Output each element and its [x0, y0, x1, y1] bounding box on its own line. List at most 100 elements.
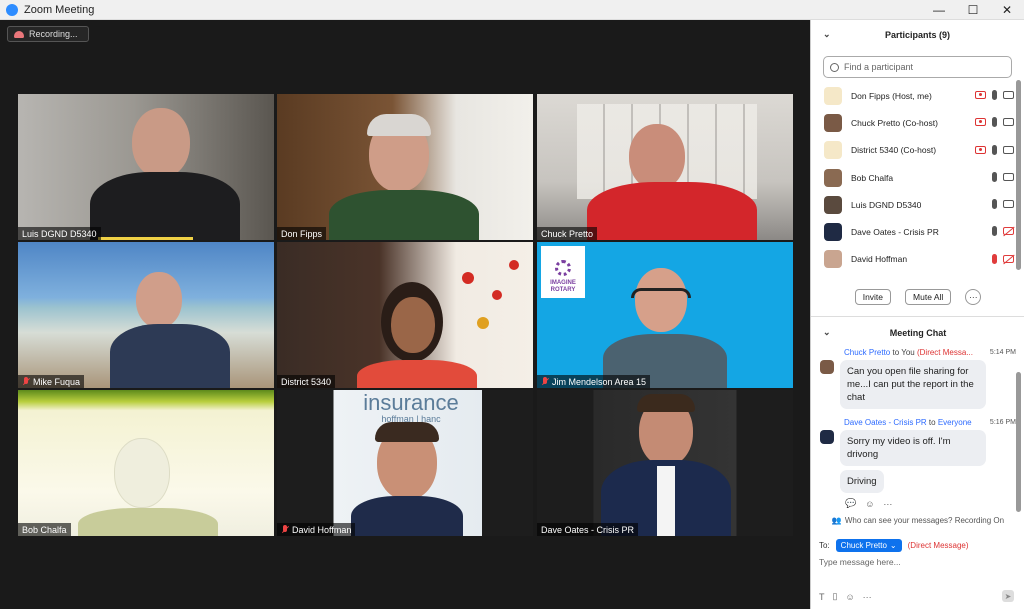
mic-muted-icon [541, 377, 549, 386]
mute-all-button[interactable]: Mute All [905, 289, 952, 305]
avatar [824, 223, 842, 242]
title-bar: Zoom Meeting — ☐ ✕ [0, 0, 1024, 20]
more-icon[interactable]: ··· [863, 592, 872, 602]
message-actions: 💬 ☺ ··· [845, 498, 892, 509]
side-panel: ⌄ Participants (9) Don Fipps (Host, me) … [810, 20, 1024, 609]
video-tile-chuck[interactable]: Chuck Pretto [537, 94, 793, 240]
maximize-button[interactable]: ☐ [956, 0, 990, 20]
reply-icon[interactable]: 💬 [845, 498, 856, 509]
participant-name: Don Fipps (Host, me) [851, 90, 932, 101]
participants-scrollbar[interactable] [1016, 80, 1021, 270]
chat-message: Sorry my video is off. I'm drivong [840, 430, 986, 466]
avatar [824, 113, 842, 132]
participant-search-input[interactable] [844, 62, 1004, 72]
chat-title: Meeting Chat [889, 328, 947, 338]
visibility-notice[interactable]: 👥 Who can see your messages? Recording O… [811, 513, 1024, 527]
video-tile-dave[interactable]: Dave Oates - Crisis PR [537, 390, 793, 536]
message-time: 5:14 PM [989, 349, 1016, 356]
video-tile-district[interactable]: District 5340 [277, 242, 533, 388]
camera-icon [1003, 118, 1014, 127]
message-input[interactable] [819, 557, 1017, 567]
chevron-down-icon[interactable]: ⌄ [823, 327, 831, 338]
tile-name: District 5340 [281, 376, 332, 387]
file-icon[interactable]: ▯ [833, 591, 838, 602]
participants-header[interactable]: ⌄ Participants (9) [811, 20, 1024, 50]
participant-row[interactable]: District 5340 (Co-host) [811, 137, 1024, 164]
participants-title: Participants (9) [884, 30, 951, 40]
tile-name: Luis DGND D5340 [22, 228, 97, 239]
divider [811, 316, 1024, 317]
emoji-icon[interactable]: ☺ [845, 592, 854, 602]
share-screen-icon [975, 118, 986, 127]
recipient-name: Chuck Pretto [840, 541, 887, 550]
direct-message-tag: (Direct Messa... [916, 348, 973, 357]
chat-header[interactable]: ⌄ Meeting Chat [811, 318, 1024, 348]
video-tile-bob[interactable]: Bob Chalfa [18, 390, 274, 536]
recording-indicator[interactable]: Recording... [7, 26, 89, 42]
more-icon[interactable]: ··· [883, 499, 892, 509]
tile-name: David Hoffman [292, 524, 352, 535]
to-word: to [892, 348, 900, 357]
avatar [824, 250, 842, 269]
cloud-recording-icon [14, 30, 24, 38]
avatar [824, 195, 842, 214]
window-title: Zoom Meeting [24, 3, 95, 16]
recipient-dropdown[interactable]: Chuck Pretto ⌄ [835, 539, 902, 552]
share-screen-icon [975, 91, 986, 99]
camera-off-icon [1003, 227, 1014, 236]
sender-name[interactable]: Chuck Pretto [844, 348, 890, 357]
search-icon [830, 62, 839, 72]
message-meta: Dave Oates - Crisis PR to Everyone [844, 418, 972, 427]
participant-name: Luis DGND D5340 [851, 199, 922, 210]
to-label: To: [819, 541, 830, 550]
mic-icon[interactable] [992, 90, 997, 100]
camera-off-icon [1003, 254, 1014, 263]
mic-icon[interactable] [992, 171, 997, 182]
participant-name: Bob Chalfa [851, 172, 894, 183]
mic-muted-icon[interactable] [992, 253, 997, 264]
chat-toolbar: T ▯ ☺ ··· [819, 591, 1017, 602]
tile-name: Mike Fuqua [33, 376, 81, 387]
participant-row[interactable]: David Hoffman [811, 246, 1024, 273]
format-text-icon[interactable]: T [819, 592, 825, 602]
message-meta: Chuck Pretto to You (Direct Messa... [844, 348, 973, 357]
mic-icon[interactable] [992, 226, 997, 237]
tile-name: Chuck Pretto [541, 228, 594, 239]
chevron-down-icon[interactable]: ⌄ [823, 29, 831, 40]
more-options-button[interactable]: ··· [965, 289, 982, 305]
video-tile-jim[interactable]: IMAGINE ROTARY Jim Mendelson Area 15 [537, 242, 793, 388]
camera-icon [1003, 145, 1014, 154]
recipient-selector: To: Chuck Pretto ⌄ (Direct Message) [819, 539, 969, 552]
participant-row[interactable]: Luis DGND D5340 [811, 191, 1024, 218]
participant-name: David Hoffman [851, 254, 908, 265]
chevron-down-icon: ⌄ [889, 541, 897, 550]
mic-icon[interactable] [992, 199, 997, 210]
camera-icon [1003, 172, 1014, 181]
video-tile-don[interactable]: Don Fipps [277, 94, 533, 240]
rotary-avatar [824, 141, 842, 160]
chat-message: Driving [840, 470, 884, 493]
video-tile-david[interactable]: insurance hoffman | hanc David Hoffman [277, 390, 533, 536]
participant-search[interactable] [823, 56, 1012, 78]
mic-icon[interactable] [992, 117, 997, 128]
participant-row[interactable]: Bob Chalfa [811, 164, 1024, 191]
tile-name: Dave Oates - Crisis PR [541, 524, 635, 535]
share-screen-icon [975, 145, 986, 154]
to-word: to [928, 418, 936, 427]
tile-name: Don Fipps [281, 228, 323, 239]
send-icon[interactable]: ➤ [1002, 590, 1014, 602]
mic-icon[interactable] [992, 144, 997, 155]
video-tile-luis[interactable]: Luis DGND D5340 [18, 94, 274, 240]
participant-row[interactable]: Don Fipps (Host, me) [811, 82, 1024, 109]
sender-name[interactable]: Dave Oates - Crisis PR [844, 418, 927, 427]
close-button[interactable]: ✕ [990, 0, 1024, 20]
invite-button[interactable]: Invite [854, 289, 892, 305]
participant-row[interactable]: Dave Oates - Crisis PR [811, 218, 1024, 245]
participant-row[interactable]: Chuck Pretto (Co-host) [811, 109, 1024, 136]
chat-scrollbar[interactable] [1016, 372, 1021, 512]
message-time: 5:16 PM [989, 419, 1016, 426]
minimize-button[interactable]: — [922, 0, 956, 20]
video-tile-mike[interactable]: Mike Fuqua [18, 242, 274, 388]
emoji-reaction-icon[interactable]: ☺ [865, 499, 874, 509]
recipient-name: You [901, 348, 915, 357]
